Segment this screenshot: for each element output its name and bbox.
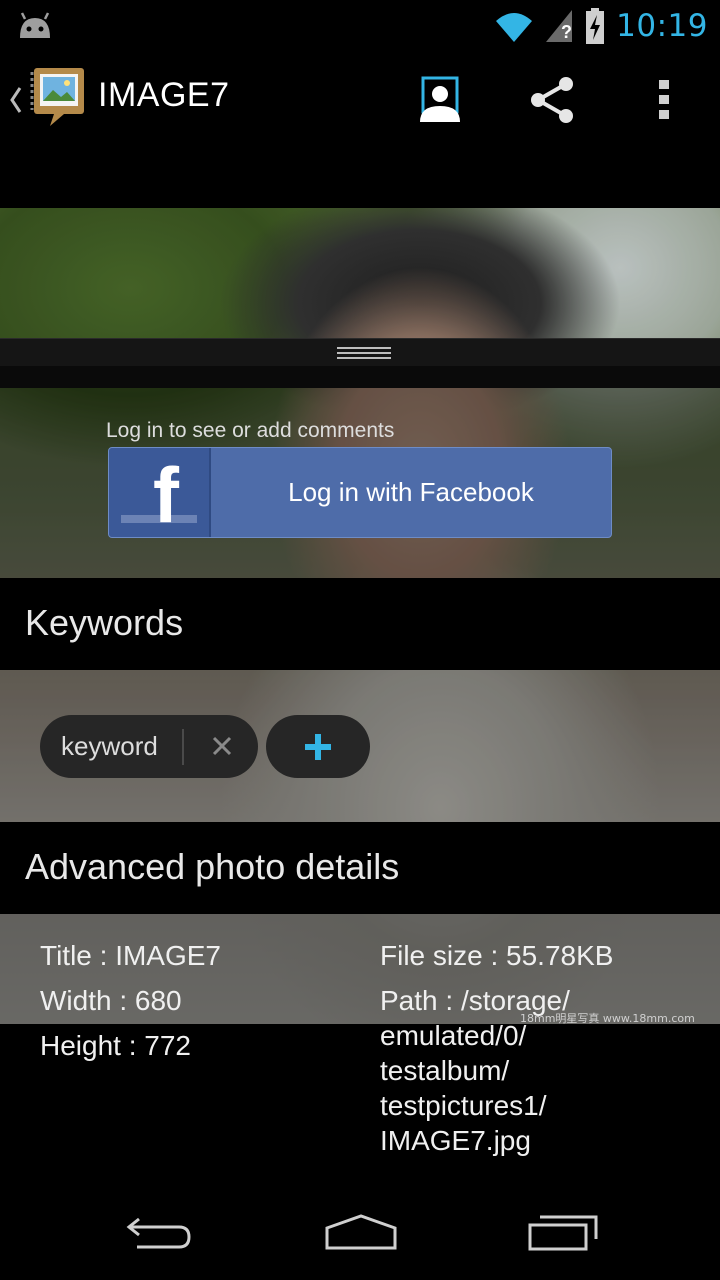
details-heading: Advanced photo details: [25, 846, 400, 887]
keywords-heading: Keywords: [25, 602, 184, 643]
overflow-menu-icon: [659, 80, 669, 119]
add-keyword-button[interactable]: [266, 715, 370, 778]
signal-unknown-icon: ?: [546, 10, 573, 42]
up-caret-icon[interactable]: [6, 80, 26, 120]
details-header: Advanced photo details: [0, 822, 720, 914]
status-bar: ? 10:19: [0, 0, 720, 50]
facebook-icon: f: [109, 448, 211, 537]
detail-filesize: File size : 55.78KB: [380, 940, 614, 971]
keyword-chip-label: keyword: [61, 731, 158, 761]
drag-handle-icon: [337, 347, 391, 359]
back-icon: [126, 1217, 191, 1249]
detail-path-line: testalbum/: [380, 1055, 510, 1086]
page-title: IMAGE7: [98, 76, 230, 114]
home-icon: [325, 1214, 397, 1250]
login-hint: Log in to see or add comments: [106, 419, 395, 442]
battery-charging-icon: [586, 8, 605, 44]
detail-width: Width : 680: [40, 985, 182, 1016]
close-icon: [212, 736, 232, 756]
navigation-bar: [0, 1180, 720, 1280]
person-tag-icon: [420, 76, 460, 122]
detail-path-line: emulated/0/: [380, 1020, 527, 1051]
recents-icon: [528, 1215, 598, 1251]
detail-path-line: IMAGE7.jpg: [380, 1125, 531, 1156]
detail-height: Height : 772: [40, 1030, 191, 1061]
remove-keyword-button[interactable]: [202, 725, 242, 767]
clock: 10:19: [616, 8, 708, 44]
facebook-login-label: Log in with Facebook: [288, 477, 534, 507]
facebook-login-button[interactable]: f Log in with Facebook: [108, 447, 612, 538]
keywords-panel: keyword: [0, 670, 720, 822]
keywords-header: Keywords: [0, 578, 720, 670]
action-bar: IMAGE7: [0, 50, 720, 150]
app-photo-icon[interactable]: [26, 66, 88, 130]
watermark: 18mm明星写真 www.18mm.com: [520, 1012, 695, 1025]
drawer-handle[interactable]: [0, 338, 720, 366]
wifi-icon: [496, 13, 533, 42]
keyword-chip[interactable]: keyword: [40, 715, 258, 778]
svg-text:?: ?: [561, 22, 572, 42]
android-icon: [20, 12, 50, 38]
home-button[interactable]: [316, 1206, 406, 1256]
comments-panel: Log in to see or add comments f Log in w…: [0, 388, 720, 578]
recents-button[interactable]: [518, 1206, 608, 1256]
share-icon: [531, 77, 573, 123]
tag-person-button[interactable]: [410, 70, 470, 130]
overflow-menu-button[interactable]: [634, 70, 694, 130]
detail-path-line: testpictures1/: [380, 1090, 547, 1121]
plus-icon: [305, 733, 331, 760]
share-button[interactable]: [522, 70, 582, 130]
back-button[interactable]: [114, 1206, 204, 1256]
detail-title: Title : IMAGE7: [40, 940, 222, 971]
